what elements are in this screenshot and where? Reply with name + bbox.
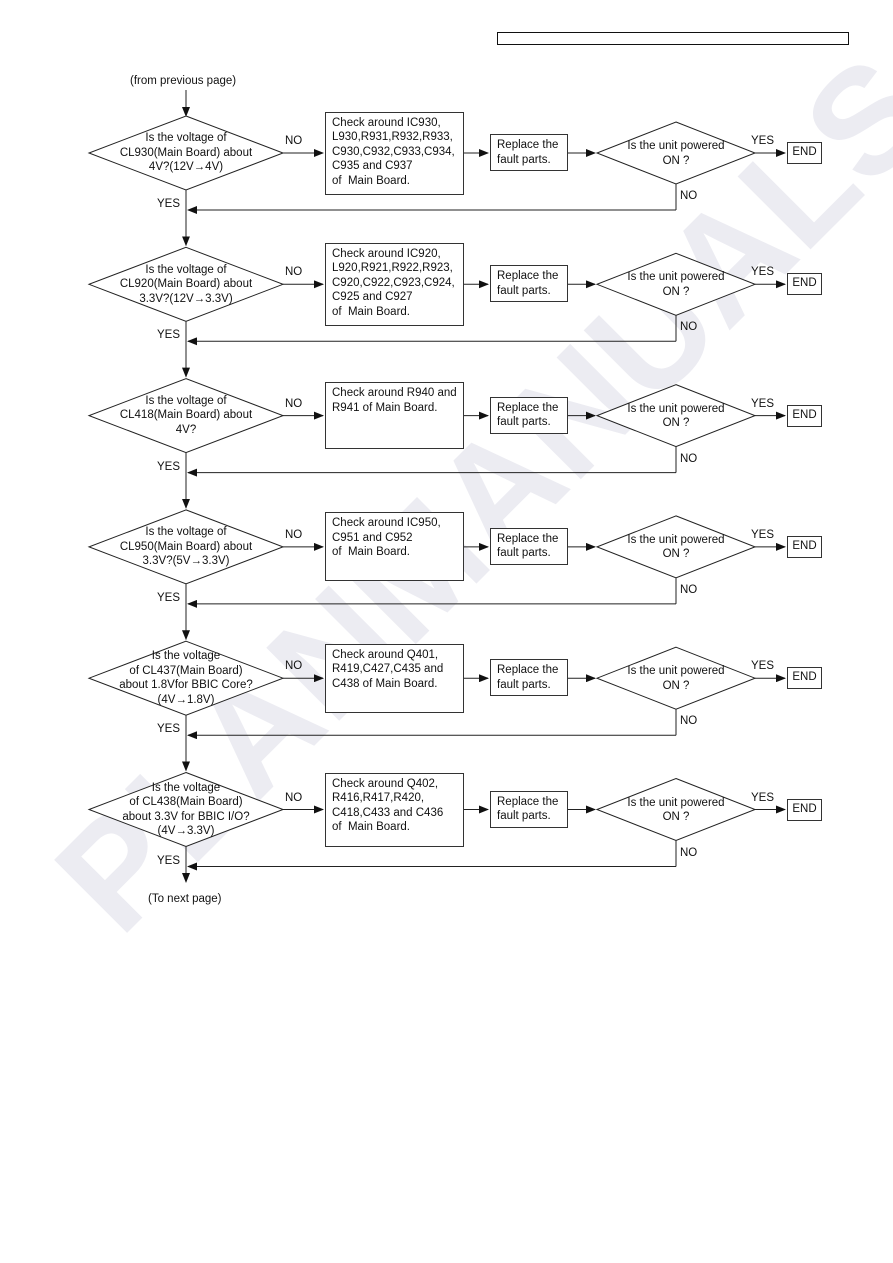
question-text: Is the voltage of CL437(Main Board) abou… bbox=[119, 650, 253, 706]
end-box: END bbox=[787, 273, 822, 296]
no-label: NO bbox=[680, 321, 698, 334]
check-box: Check around IC950, C951 and C952 of Mai… bbox=[325, 512, 464, 582]
no-label: NO bbox=[680, 583, 698, 596]
no-label: NO bbox=[285, 266, 303, 279]
question-text: Is the voltage of CL920(Main Board) abou… bbox=[119, 263, 253, 305]
no-label: NO bbox=[680, 190, 698, 202]
check-box: Check around Q402, R416,R417,R420, C418,… bbox=[325, 772, 464, 847]
question-text: Is the voltage of CL930(Main Board) abou… bbox=[119, 132, 253, 174]
replace-box: Replace the fault parts. bbox=[490, 265, 568, 303]
no-label: NO bbox=[285, 528, 303, 541]
question-text: Is the voltage of CL438(Main Board) abou… bbox=[122, 781, 250, 838]
yes-label: YES bbox=[157, 591, 181, 604]
powered-question-text: Is the unit powered ON ? bbox=[627, 140, 725, 167]
to-next-page-label: (To next page) bbox=[148, 893, 222, 905]
end-box: END bbox=[787, 798, 822, 821]
question-text: Is the voltage of CL418(Main Board) abou… bbox=[119, 394, 253, 436]
check-box: Check around IC920, L920,R921,R922,R923,… bbox=[325, 242, 464, 326]
replace-box: Replace the fault parts. bbox=[490, 659, 568, 697]
yes-label: YES bbox=[751, 528, 775, 541]
no-label: NO bbox=[680, 452, 698, 465]
end-box: END bbox=[787, 535, 822, 558]
no-label: NO bbox=[285, 791, 303, 804]
replace-box: Replace the fault parts. bbox=[490, 527, 568, 565]
yes-label: YES bbox=[751, 791, 775, 804]
replace-box: Replace the fault parts. bbox=[490, 134, 568, 171]
yes-label: YES bbox=[751, 397, 775, 410]
powered-question-text: Is the unit powered ON ? bbox=[627, 402, 725, 430]
yes-label: YES bbox=[157, 198, 181, 210]
end-box: END bbox=[787, 404, 822, 427]
yes-label: YES bbox=[157, 854, 181, 867]
powered-question-text: Is the unit powered ON ? bbox=[627, 665, 725, 692]
end-box: END bbox=[787, 142, 822, 164]
yes-label: YES bbox=[157, 329, 181, 342]
replace-box: Replace the fault parts. bbox=[490, 790, 568, 828]
check-box: Check around R940 and R941 of Main Board… bbox=[325, 382, 464, 450]
no-label: NO bbox=[680, 846, 698, 859]
yes-label: YES bbox=[751, 135, 775, 147]
no-label: NO bbox=[285, 135, 303, 147]
question-text: Is the voltage of CL950(Main Board) abou… bbox=[119, 526, 253, 568]
no-label: NO bbox=[680, 715, 698, 728]
powered-question-text: Is the unit powered ON ? bbox=[627, 271, 725, 298]
no-label: NO bbox=[285, 660, 303, 673]
yes-label: YES bbox=[157, 460, 181, 473]
yes-label: YES bbox=[157, 723, 181, 736]
check-box: Check around IC930, L930,R931,R932,R933,… bbox=[325, 111, 464, 195]
no-label: NO bbox=[285, 397, 303, 410]
powered-question-text: Is the unit powered ON ? bbox=[627, 533, 725, 561]
end-box: END bbox=[787, 667, 822, 690]
yes-label: YES bbox=[751, 660, 775, 673]
check-box: Check around Q401, R419,C427,C435 and C4… bbox=[325, 643, 464, 713]
replace-box: Replace the fault parts. bbox=[490, 396, 568, 434]
yes-label: YES bbox=[751, 266, 775, 279]
powered-question-text: Is the unit powered ON ? bbox=[627, 796, 725, 824]
